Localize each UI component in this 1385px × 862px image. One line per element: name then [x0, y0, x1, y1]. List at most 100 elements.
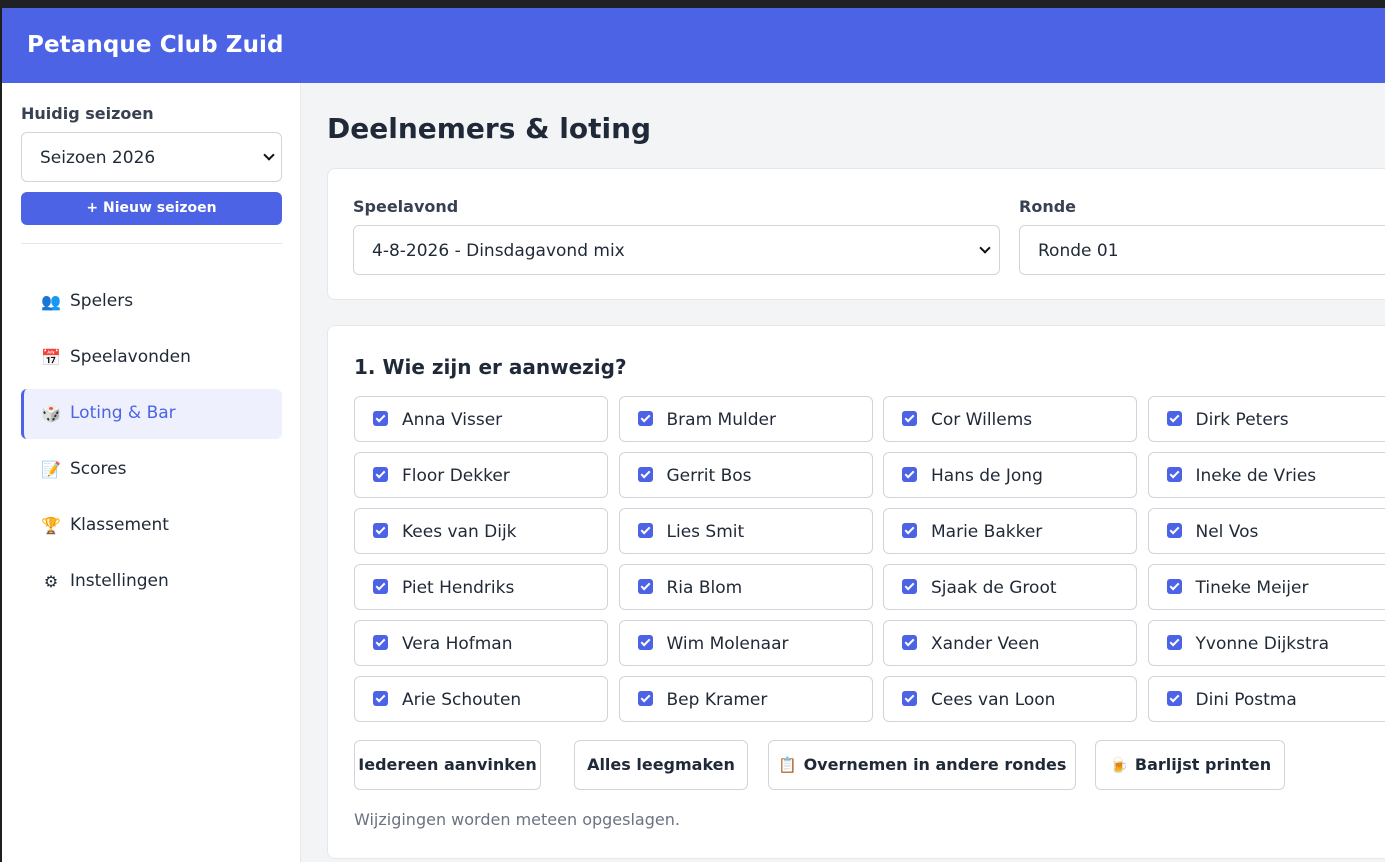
ronde-select-value: Ronde 01 [1038, 241, 1119, 261]
sidebar-item-speelavonden[interactable]: 📅 Speelavonden [21, 333, 282, 383]
player-checkbox-item[interactable]: Floor Dekker [354, 452, 608, 498]
checkbox[interactable] [902, 635, 917, 650]
player-checkbox-item[interactable]: Dini Postma [1147, 676, 1385, 722]
sidebar-item-scores[interactable]: 📝 Scores [21, 445, 282, 495]
sidebar-item-spelers[interactable]: 👥 Spelers [21, 277, 282, 327]
player-checkbox-item[interactable]: Xander Veen [883, 620, 1137, 666]
checkbox[interactable] [637, 579, 653, 594]
new-season-button[interactable]: + Nieuw seizoen [21, 192, 282, 225]
dice-icon: 🎲 [41, 404, 61, 423]
player-checkbox-item[interactable]: Vera Hofman [354, 620, 608, 666]
checkbox[interactable] [373, 467, 388, 482]
player-checkbox-item[interactable]: Lies Smit [618, 508, 873, 554]
checkbox[interactable] [1166, 579, 1182, 594]
speelavond-select[interactable]: 4-8-2026 - Dinsdagavond mix [353, 225, 1000, 275]
player-name: Bram Mulder [666, 410, 776, 430]
player-checkbox-item[interactable]: Arie Schouten [354, 676, 608, 722]
player-name: Piet Hendriks [402, 578, 515, 598]
player-checkbox-item[interactable]: Hans de Jong [883, 452, 1137, 498]
sidebar-item-label: Loting & Bar [70, 403, 176, 423]
player-name: Vera Hofman [402, 634, 513, 654]
sidebar-item-instellingen[interactable]: ⚙ Instellingen [21, 557, 282, 607]
player-checkbox-item[interactable]: Marie Bakker [883, 508, 1137, 554]
player-name: Floor Dekker [402, 466, 510, 486]
player-name: Wim Molenaar [666, 634, 789, 654]
player-name: Lies Smit [666, 522, 745, 542]
ronde-select[interactable]: Ronde 01 [1019, 225, 1385, 275]
clipboard-icon: 📋 [778, 756, 797, 774]
button-label: Barlijst printen [1134, 755, 1272, 774]
checkbox[interactable] [902, 691, 917, 706]
player-checkbox-item[interactable]: Ria Blom [618, 564, 873, 610]
ronde-label: Ronde [1019, 197, 1077, 216]
player-checkbox-item[interactable]: Piet Hendriks [354, 564, 608, 610]
checkbox[interactable] [637, 411, 653, 426]
player-name: Nel Vos [1195, 522, 1259, 542]
player-checkbox-item[interactable]: Ineke de Vries [1147, 452, 1385, 498]
player-checkbox-item[interactable]: Bep Kramer [618, 676, 873, 722]
checkbox[interactable] [373, 579, 388, 594]
checkbox[interactable] [637, 467, 653, 482]
player-checkbox-item[interactable]: Sjaak de Groot [883, 564, 1137, 610]
season-select[interactable]: Seizoen 2026 [21, 132, 282, 182]
season-select-value: Seizoen 2026 [40, 148, 156, 168]
player-name: Hans de Jong [931, 466, 1043, 486]
speelavond-select-value: 4-8-2026 - Dinsdagavond mix [372, 241, 625, 261]
people-icon: 👥 [41, 292, 61, 311]
checkbox[interactable] [1166, 523, 1182, 538]
player-checkbox-item[interactable]: Anna Visser [354, 396, 608, 442]
player-checkbox-item[interactable]: Nel Vos [1147, 508, 1385, 554]
sidebar-item-label: Scores [70, 459, 127, 479]
checkbox[interactable] [902, 467, 917, 482]
checkbox[interactable] [373, 635, 388, 650]
page-title: Deelnemers & loting [327, 112, 652, 145]
checkbox[interactable] [373, 411, 388, 426]
player-checkbox-item[interactable]: Bram Mulder [618, 396, 873, 442]
checkbox[interactable] [1166, 691, 1182, 706]
sidebar-item-loting-bar[interactable]: 🎲 Loting & Bar [21, 389, 282, 439]
sidebar: Huidig seizoen Seizoen 2026 + Nieuw seiz… [2, 83, 301, 862]
checkbox[interactable] [373, 523, 388, 538]
checkbox[interactable] [1166, 411, 1182, 426]
player-checkbox-item[interactable]: Cees van Loon [883, 676, 1137, 722]
checkbox[interactable] [902, 579, 917, 594]
season-label: Huidig seizoen [21, 104, 154, 123]
memo-icon: 📝 [41, 460, 61, 479]
gear-icon: ⚙ [43, 572, 59, 591]
checkbox[interactable] [902, 411, 917, 426]
player-name: Yvonne Dijkstra [1195, 634, 1330, 654]
copy-to-rounds-button[interactable]: 📋 Overnemen in andere rondes [768, 740, 1076, 790]
player-name: Kees van Dijk [402, 522, 517, 542]
checkbox[interactable] [1166, 467, 1182, 482]
checkbox[interactable] [902, 523, 917, 538]
window-top-strip [0, 0, 1385, 8]
player-name: Xander Veen [931, 634, 1040, 654]
chevron-down-icon [979, 242, 991, 254]
checkbox[interactable] [637, 523, 653, 538]
app-header: Petanque Club Zuid [2, 8, 1385, 83]
chevron-down-icon [263, 149, 275, 161]
checkbox[interactable] [373, 691, 388, 706]
player-checkbox-item[interactable]: Gerrit Bos [618, 452, 873, 498]
print-bar-list-button[interactable]: 🍺 Barlijst printen [1095, 740, 1285, 790]
player-checkbox-item[interactable]: Kees van Dijk [354, 508, 608, 554]
player-checkbox-item[interactable]: Cor Willems [883, 396, 1137, 442]
beer-icon: 🍺 [1109, 756, 1129, 774]
player-name: Anna Visser [402, 410, 503, 430]
sidebar-divider [21, 243, 282, 244]
player-name: Dini Postma [1195, 690, 1297, 710]
player-name: Marie Bakker [931, 522, 1043, 542]
player-checkbox-item[interactable]: Dirk Peters [1147, 396, 1385, 442]
sidebar-item-label: Klassement [70, 515, 169, 535]
select-all-button[interactable]: Iedereen aanvinken [354, 740, 541, 790]
checkbox[interactable] [1166, 635, 1182, 650]
clear-all-button[interactable]: Alles leegmaken [574, 740, 748, 790]
player-checkbox-item[interactable]: Wim Molenaar [618, 620, 873, 666]
player-checkbox-item[interactable]: Tineke Meijer [1147, 564, 1385, 610]
calendar-icon: 📅 [41, 348, 61, 367]
checkbox[interactable] [637, 635, 653, 650]
sidebar-item-klassement[interactable]: 🏆 Klassement [21, 501, 282, 551]
checkbox[interactable] [637, 691, 653, 706]
player-checkbox-item[interactable]: Yvonne Dijkstra [1147, 620, 1385, 666]
trophy-icon: 🏆 [41, 516, 61, 535]
